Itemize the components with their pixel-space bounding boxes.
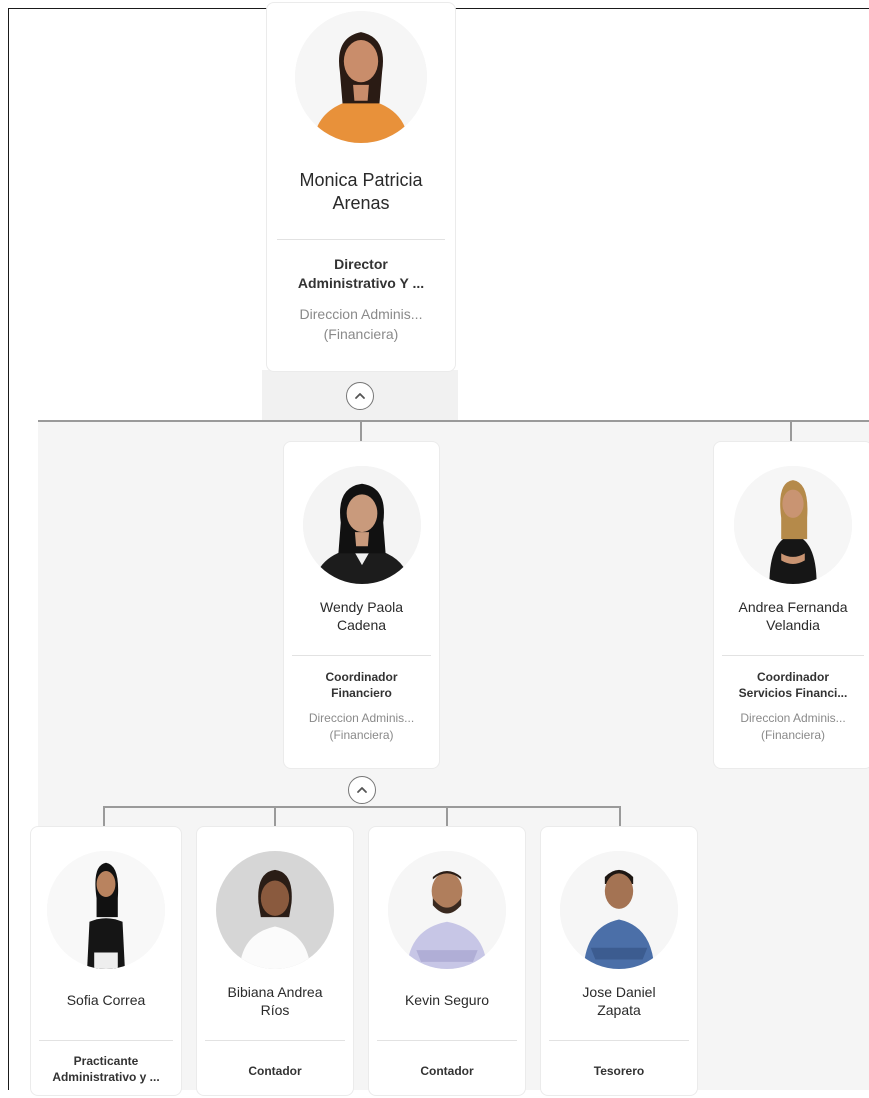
person-photo-lavender-shirt-icon bbox=[388, 851, 506, 969]
card-divider bbox=[292, 655, 431, 656]
person-photo-black-outfit-icon bbox=[734, 466, 852, 584]
employee-name: Kevin Seguro bbox=[404, 992, 490, 1008]
connector-line bbox=[38, 420, 869, 422]
person-photo-black-jacket-icon bbox=[302, 466, 421, 584]
employee-department: Direccion Adminis... (Financiera) bbox=[308, 711, 415, 742]
card-divider bbox=[722, 655, 864, 656]
employee-name: Jose Daniel Zapata bbox=[582, 984, 656, 1019]
employee-card-manager[interactable]: Monica Patricia Arenas Director Administra… bbox=[266, 2, 456, 372]
employee-card-kevin[interactable]: Kevin Seguro Contador bbox=[368, 826, 526, 1096]
connector-line bbox=[360, 421, 362, 441]
person-photo-orange-top-icon bbox=[295, 11, 427, 143]
employee-card-wendy[interactable]: Wendy Paola Cadena Coordinador Financiero … bbox=[283, 441, 440, 769]
employee-card-andrea[interactable]: Andrea Fernanda Velandia Coordinador Servi… bbox=[713, 441, 869, 769]
chevron-up-icon bbox=[357, 787, 367, 793]
connector-line bbox=[103, 806, 105, 826]
collapse-wendy-button[interactable] bbox=[348, 776, 376, 804]
employee-department: Direccion Adminis... (Financiera) bbox=[740, 711, 846, 742]
card-divider bbox=[549, 1040, 689, 1041]
employee-card-bibiana[interactable]: Bibiana Andrea Ríos Contador bbox=[196, 826, 354, 1096]
employee-card-sofia[interactable]: Sofia Correa Practicante Administrativo y… bbox=[30, 826, 182, 1096]
card-divider bbox=[39, 1040, 173, 1041]
employee-role: Coordinador Servicios Financi... bbox=[738, 670, 848, 701]
card-divider bbox=[205, 1040, 345, 1041]
connector-line bbox=[103, 806, 621, 808]
employee-name: Sofia Correa bbox=[66, 992, 146, 1008]
employee-role: Coordinador Financiero bbox=[325, 670, 398, 701]
connector-line bbox=[619, 806, 621, 826]
collapse-manager-button[interactable] bbox=[346, 382, 374, 410]
employee-role: Director Administrativo Y ... bbox=[297, 256, 425, 291]
employee-department: Direccion Adminis... (Financiera) bbox=[299, 306, 423, 342]
employee-name: Andrea Fernanda Velandia bbox=[738, 599, 848, 634]
person-photo-white-blouse-icon bbox=[216, 851, 334, 969]
employee-card-jose[interactable]: Jose Daniel Zapata Tesorero bbox=[540, 826, 698, 1096]
employee-name: Bibiana Andrea Ríos bbox=[227, 984, 323, 1019]
person-photo-black-top-icon bbox=[47, 851, 165, 969]
person-photo-blue-shirt-icon bbox=[560, 851, 678, 969]
connector-line bbox=[790, 421, 792, 441]
employee-role: Tesorero bbox=[593, 1064, 645, 1078]
chevron-up-icon bbox=[355, 393, 365, 399]
connector-line bbox=[446, 806, 448, 826]
card-divider bbox=[277, 239, 445, 240]
employee-role: Contador bbox=[420, 1064, 474, 1078]
employee-role: Contador bbox=[248, 1064, 302, 1078]
card-divider bbox=[377, 1040, 517, 1041]
connector-line bbox=[274, 806, 276, 826]
employee-role: Practicante Administrativo y ... bbox=[52, 1054, 160, 1085]
employee-name: Wendy Paola Cadena bbox=[319, 599, 403, 634]
employee-name: Monica Patricia Arenas bbox=[299, 170, 423, 214]
